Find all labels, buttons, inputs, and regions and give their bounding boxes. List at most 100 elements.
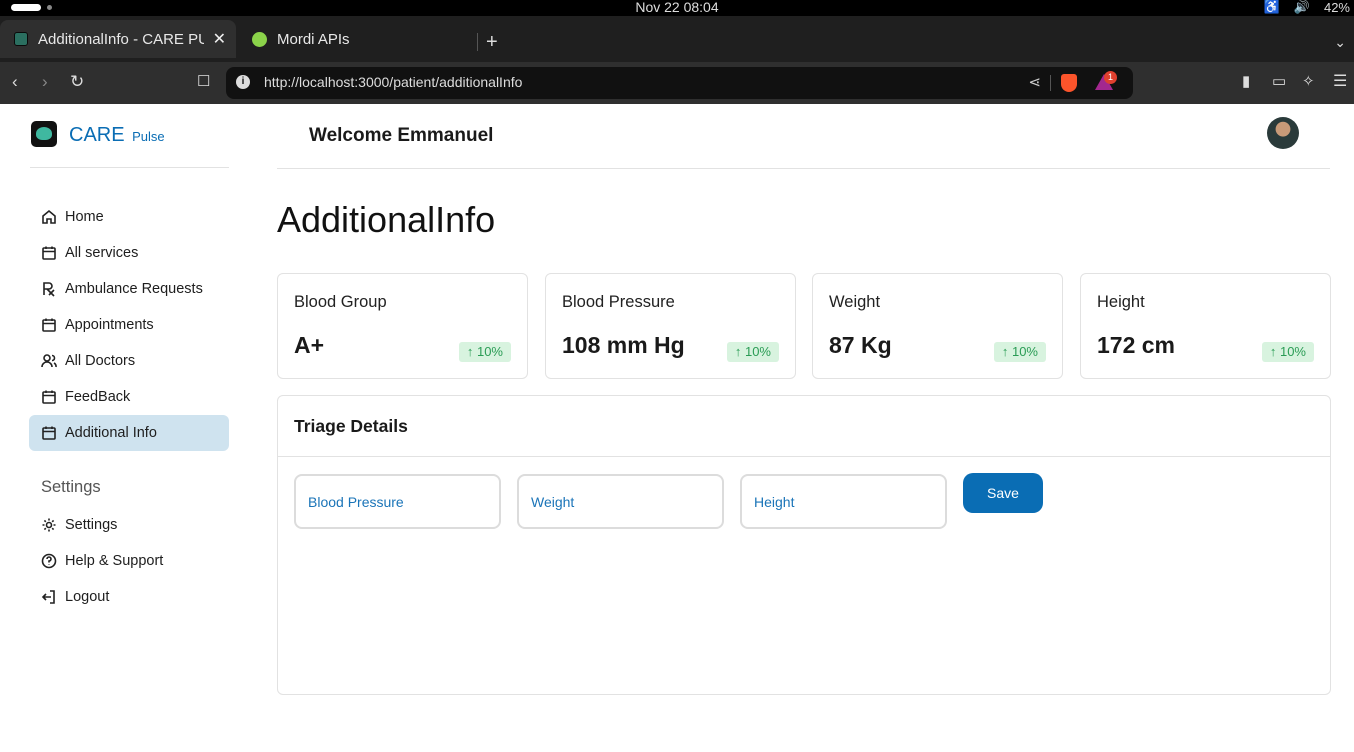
- browser-tab-strip: AdditionalInfo - CARE PULSE ✕ Mordi APIs…: [0, 16, 1354, 62]
- arrow-up-icon: ↑: [734, 344, 742, 359]
- mordi-favicon-icon: [252, 31, 267, 47]
- users-icon: [41, 353, 57, 369]
- sidebar-item-ambulance-requests[interactable]: Ambulance Requests: [29, 271, 229, 307]
- tab-title: Mordi APIs: [277, 30, 350, 48]
- sidebar-item-settings[interactable]: Settings: [29, 507, 229, 543]
- weight-field[interactable]: [517, 474, 724, 529]
- height-field[interactable]: [740, 474, 947, 529]
- care-pulse-logo-icon[interactable]: [31, 121, 57, 147]
- gear-icon: [41, 517, 57, 533]
- sidebar-item-label: Home: [65, 209, 104, 225]
- calendar-icon: [41, 317, 57, 333]
- trend-value: 10%: [744, 344, 771, 359]
- welcome-message: Welcome Emmanuel: [309, 125, 494, 146]
- sidebar-item-additional-info[interactable]: Additional Info: [29, 415, 229, 451]
- brand-name[interactable]: CARE Pulse: [69, 124, 165, 147]
- trend-value: 10%: [476, 344, 503, 359]
- reload-icon[interactable]: ↻: [70, 72, 84, 92]
- stat-value: 108 mm Hg: [562, 332, 685, 358]
- rewards-badge: 1: [1104, 71, 1117, 84]
- stat-label: Height: [1097, 293, 1145, 311]
- sidebar-item-feedback[interactable]: FeedBack: [29, 379, 229, 415]
- os-clock[interactable]: Nov 22 08:04: [0, 0, 1354, 15]
- sidebar-toggle-icon[interactable]: ▮: [1242, 72, 1250, 92]
- browser-toolbar: ‹ › ↻ ☐ i http://localhost:3000/patient/…: [0, 62, 1354, 104]
- close-tab-icon[interactable]: ✕: [213, 29, 226, 49]
- arrow-up-icon: ↑: [466, 344, 474, 359]
- logout-icon: [41, 589, 57, 605]
- stat-card-height: Height 172 cm ↑ 10%: [1080, 273, 1331, 379]
- brand-suffix: Pulse: [132, 129, 165, 144]
- url-text[interactable]: http://localhost:3000/patient/additional…: [264, 74, 522, 90]
- leo-ai-icon[interactable]: ✧: [1302, 72, 1315, 92]
- blood-pressure-field[interactable]: [294, 474, 501, 529]
- stat-label: Blood Pressure: [562, 293, 675, 311]
- sidebar-item-help-support[interactable]: Help & Support: [29, 543, 229, 579]
- os-status-area[interactable]: ♿ 🔊 42%: [1264, 0, 1350, 15]
- sidebar-item-label: All Doctors: [65, 353, 136, 369]
- settings-section-heading: Settings: [41, 478, 101, 496]
- sidebar-nav: Home All services Ambulance Requests App…: [29, 199, 229, 451]
- battery-percent: 42%: [1323, 0, 1350, 15]
- care-pulse-favicon-icon: [14, 32, 28, 46]
- sidebar-settings-nav: Settings Help & Support Logout: [29, 507, 229, 615]
- calendar-icon: [41, 389, 57, 405]
- sidebar-item-label: Help & Support: [65, 553, 164, 569]
- volume-icon: 🔊: [1293, 0, 1310, 14]
- sidebar-item-label: Appointments: [65, 317, 154, 333]
- height-input[interactable]: [742, 476, 945, 527]
- sidebar-item-logout[interactable]: Logout: [29, 579, 229, 615]
- arrow-up-icon: ↑: [1001, 344, 1009, 359]
- stat-card-blood-group: Blood Group A+ ↑ 10%: [277, 273, 528, 379]
- weight-input[interactable]: [519, 476, 722, 527]
- stat-value: 87 Kg: [829, 332, 892, 358]
- address-bar[interactable]: i http://localhost:3000/patient/addition…: [226, 67, 1133, 99]
- menu-icon[interactable]: ☰: [1333, 72, 1347, 92]
- trend-badge: ↑ 10%: [458, 342, 511, 362]
- stat-label: Blood Group: [294, 293, 387, 311]
- stat-value: 172 cm: [1097, 332, 1176, 358]
- brand-title: CARE: [69, 124, 125, 146]
- prescription-icon: [41, 281, 57, 297]
- tab-list-chevron-icon[interactable]: ⌄: [1334, 34, 1346, 51]
- wallet-icon[interactable]: ▭: [1272, 72, 1286, 92]
- tab-separator: [477, 33, 478, 51]
- triage-divider: [278, 456, 1330, 457]
- sidebar-item-all-doctors[interactable]: All Doctors: [29, 343, 229, 379]
- save-button[interactable]: Save: [963, 473, 1043, 513]
- stat-card-weight: Weight 87 Kg ↑ 10%: [812, 273, 1063, 379]
- sidebar-item-label: Logout: [65, 589, 110, 605]
- user-avatar[interactable]: [1267, 117, 1299, 149]
- triage-details-panel: Triage Details Save: [277, 395, 1331, 695]
- share-icon[interactable]: ⋖: [1028, 73, 1041, 91]
- page-title: AdditionalInfo: [277, 199, 496, 240]
- triage-title: Triage Details: [294, 416, 408, 436]
- sidebar-item-home[interactable]: Home: [29, 199, 229, 235]
- accessibility-icon: ♿: [1263, 0, 1280, 14]
- trend-value: 10%: [1011, 344, 1038, 359]
- forward-icon[interactable]: ›: [42, 72, 48, 92]
- sidebar-item-label: Additional Info: [65, 425, 157, 441]
- trend-value: 10%: [1279, 344, 1306, 359]
- sidebar-divider: [30, 167, 229, 168]
- header-divider: [277, 168, 1330, 169]
- back-icon[interactable]: ‹: [12, 72, 18, 92]
- sidebar-item-all-services[interactable]: All services: [29, 235, 229, 271]
- tab-title: AdditionalInfo - CARE PULSE: [38, 30, 204, 48]
- arrow-up-icon: ↑: [1269, 344, 1277, 359]
- home-icon: [41, 209, 57, 225]
- tab-additional-info[interactable]: AdditionalInfo - CARE PULSE ✕: [0, 20, 236, 58]
- stat-label: Weight: [829, 293, 881, 311]
- trend-badge: ↑ 10%: [1261, 342, 1314, 362]
- bookmark-icon[interactable]: ☐: [197, 72, 210, 92]
- new-tab-icon[interactable]: +: [486, 32, 498, 52]
- site-info-icon[interactable]: i: [236, 75, 250, 89]
- sidebar-item-appointments[interactable]: Appointments: [29, 307, 229, 343]
- calendar-icon: [41, 245, 57, 261]
- blood-pressure-input[interactable]: [296, 476, 499, 527]
- brave-shields-icon[interactable]: [1061, 74, 1077, 92]
- tab-mordi-apis[interactable]: Mordi APIs: [240, 20, 472, 58]
- url-separator: [1050, 75, 1051, 91]
- sidebar-item-label: All services: [65, 245, 139, 261]
- calendar-icon: [41, 425, 57, 441]
